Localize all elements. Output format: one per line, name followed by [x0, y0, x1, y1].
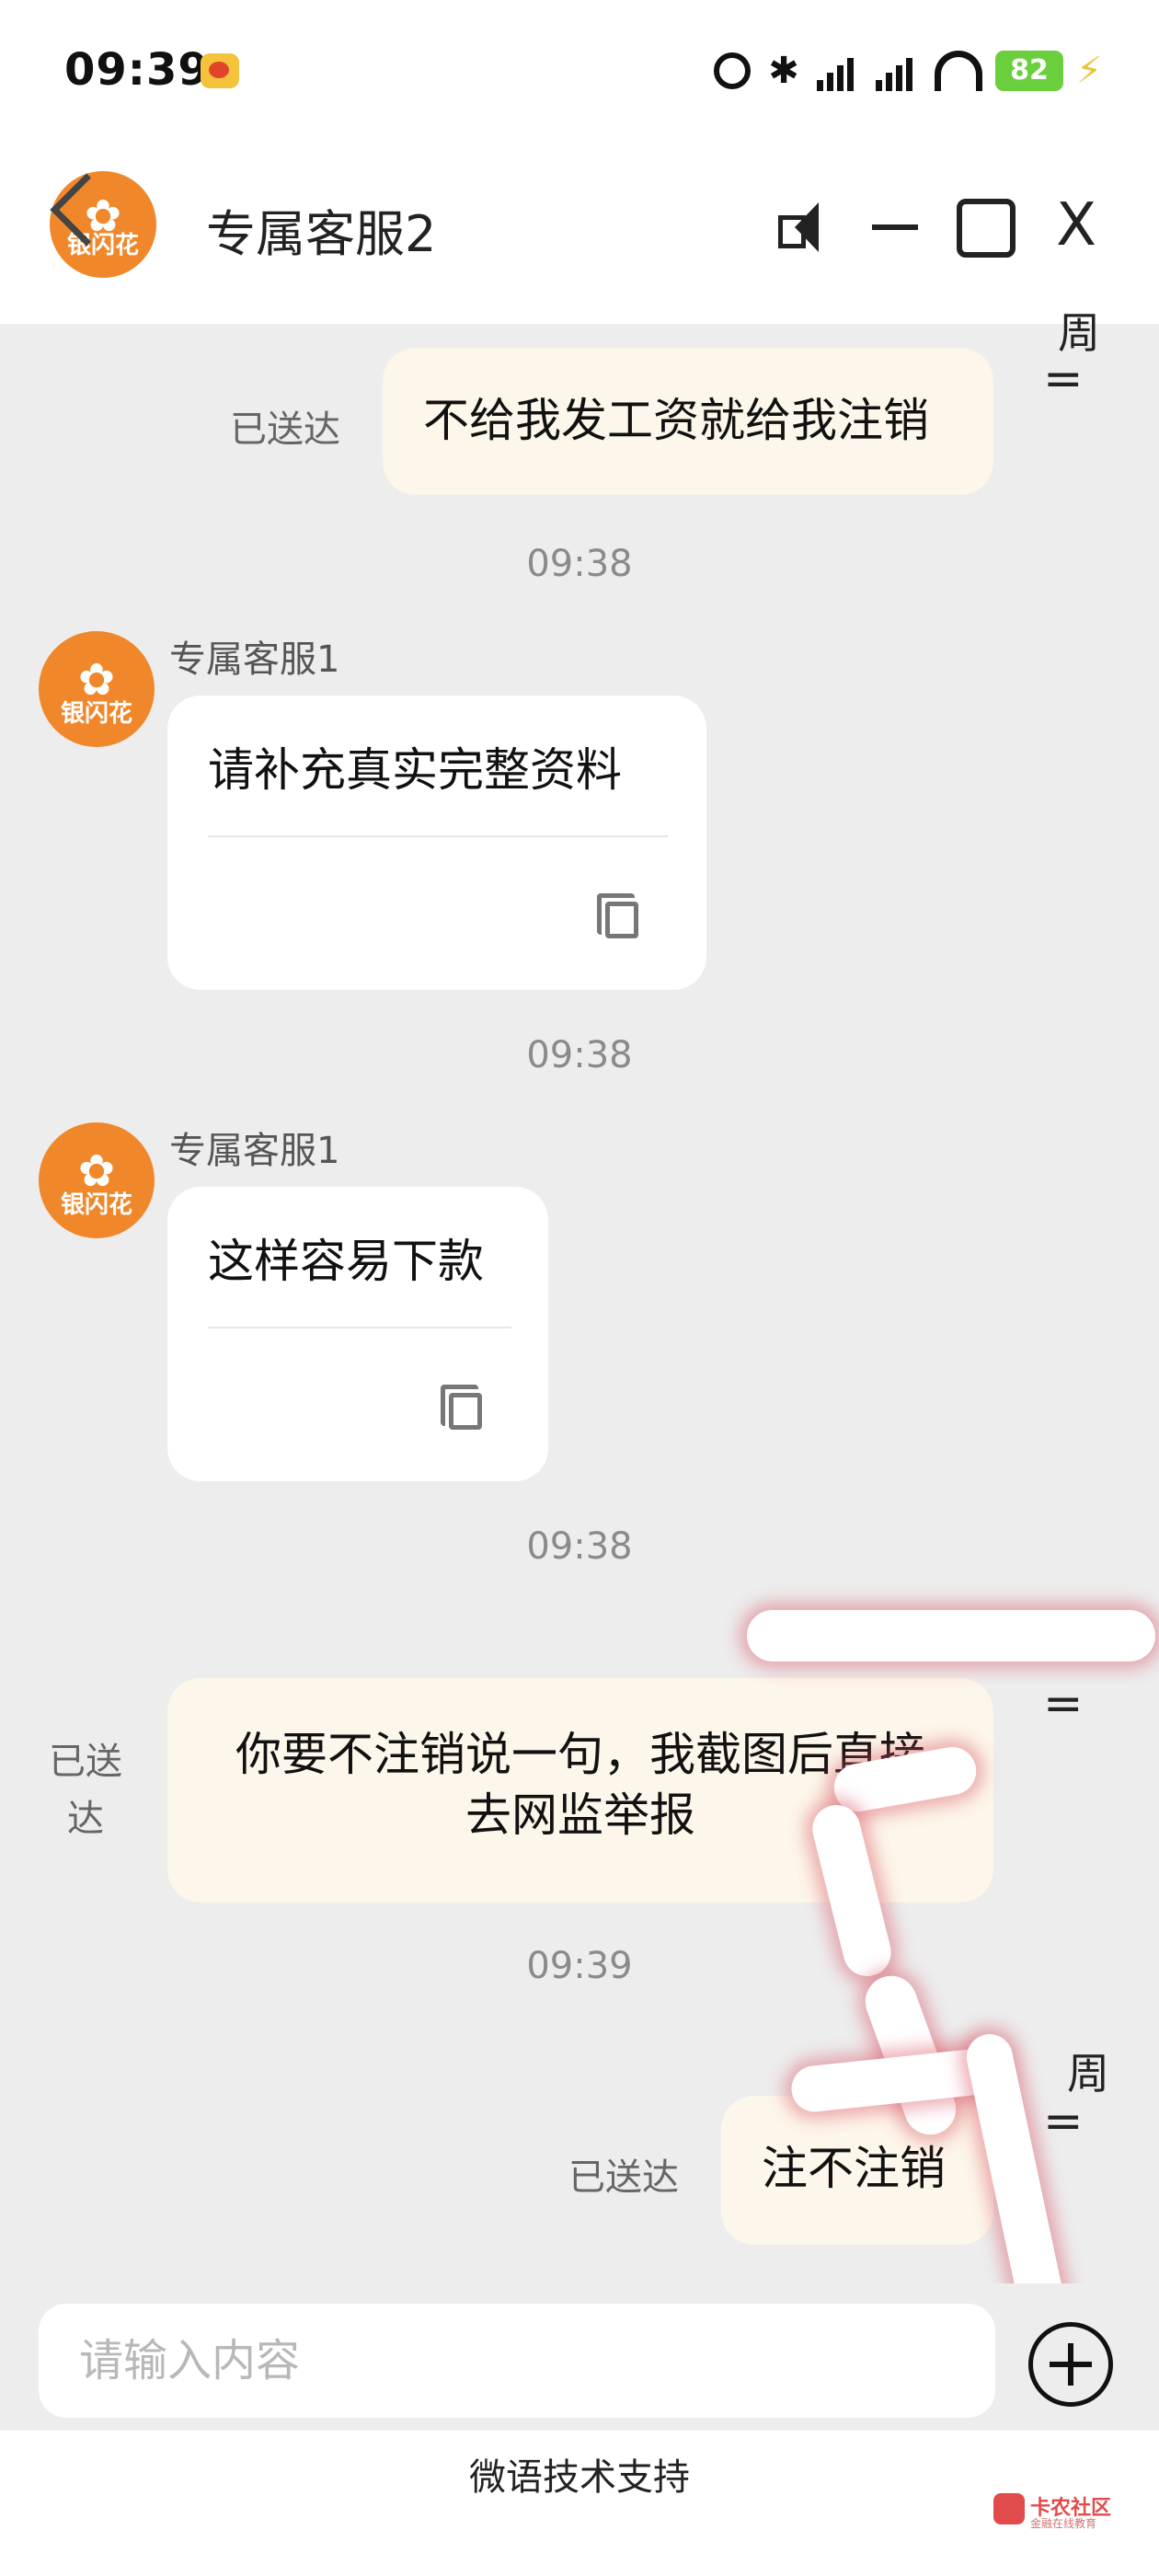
signal-5g-icon — [817, 51, 863, 91]
timestamp: 09:38 — [526, 1034, 633, 1076]
agent-avatar: ✿ 银闪花 — [39, 631, 155, 747]
add-attachment-button[interactable] — [1028, 2322, 1113, 2407]
agent-avatar: ✿ 银闪花 — [39, 1122, 155, 1238]
message-text: 不给我发工资就给我注销 — [423, 394, 929, 447]
message-text: 请补充真实完整资料 — [208, 743, 622, 797]
redaction-scribble — [747, 1610, 1155, 1662]
message-divider — [208, 835, 668, 837]
alarm-icon — [714, 52, 751, 89]
message-text: 注不注销 — [762, 2142, 946, 2195]
incoming-message[interactable]: 这样容易下款 — [167, 1187, 548, 1481]
sender-name: 专属客服1 — [169, 638, 340, 681]
maximize-icon[interactable] — [957, 199, 1016, 258]
speaker-icon[interactable] — [775, 201, 839, 254]
side-mark: = — [1043, 351, 1084, 407]
copy-icon[interactable] — [597, 893, 638, 938]
message-status: 已送 达 — [49, 1741, 122, 1840]
sender-name: 专属客服1 — [169, 1130, 340, 1172]
watermark: 卡农社区 金融在线教育 — [993, 2488, 1122, 2534]
footer-credit: 微语技术支持 — [469, 2456, 690, 2499]
message-divider — [208, 1327, 511, 1328]
status-icons: ✱ 82 ⚡ — [714, 48, 1104, 94]
wifi-icon — [935, 51, 982, 91]
minimize-icon[interactable] — [872, 224, 918, 230]
incoming-message[interactable]: 请补充真实完整资料 — [167, 696, 706, 990]
battery-indicator: 82 — [995, 51, 1063, 91]
chat-area[interactable]: 已送达 不给我发工资就给我注销 周 = 09:38 ✿ 银闪花 专属客服1 请补… — [0, 308, 1159, 2337]
timestamp: 09:38 — [526, 543, 633, 585]
side-mark: = — [1043, 1676, 1084, 1731]
watermark-logo-icon — [993, 2493, 1025, 2524]
charging-icon: ⚡ — [1076, 50, 1103, 92]
copy-icon[interactable] — [441, 1385, 482, 1430]
side-mark: 周 — [1067, 2049, 1109, 2099]
weibo-icon — [201, 53, 239, 88]
chat-title: 专属客服2 — [206, 205, 437, 263]
outgoing-message[interactable]: 不给我发工资就给我注销 — [383, 348, 993, 495]
signal-5g-icon-2 — [876, 51, 922, 91]
status-bar: 09:39 ✱ 82 ⚡ — [0, 0, 1159, 147]
message-input[interactable] — [39, 2304, 995, 2418]
message-text: 这样容易下款 — [208, 1235, 484, 1288]
status-time: 09:39 — [64, 44, 210, 96]
message-status: 已送达 — [568, 2156, 679, 2199]
close-icon[interactable]: X — [1049, 193, 1104, 258]
bluetooth-icon: ✱ — [768, 50, 799, 92]
timestamp: 09:38 — [526, 1525, 633, 1568]
side-mark: = — [1043, 2094, 1084, 2149]
message-status: 已送达 — [230, 408, 340, 451]
timestamp: 09:39 — [526, 1945, 633, 1987]
